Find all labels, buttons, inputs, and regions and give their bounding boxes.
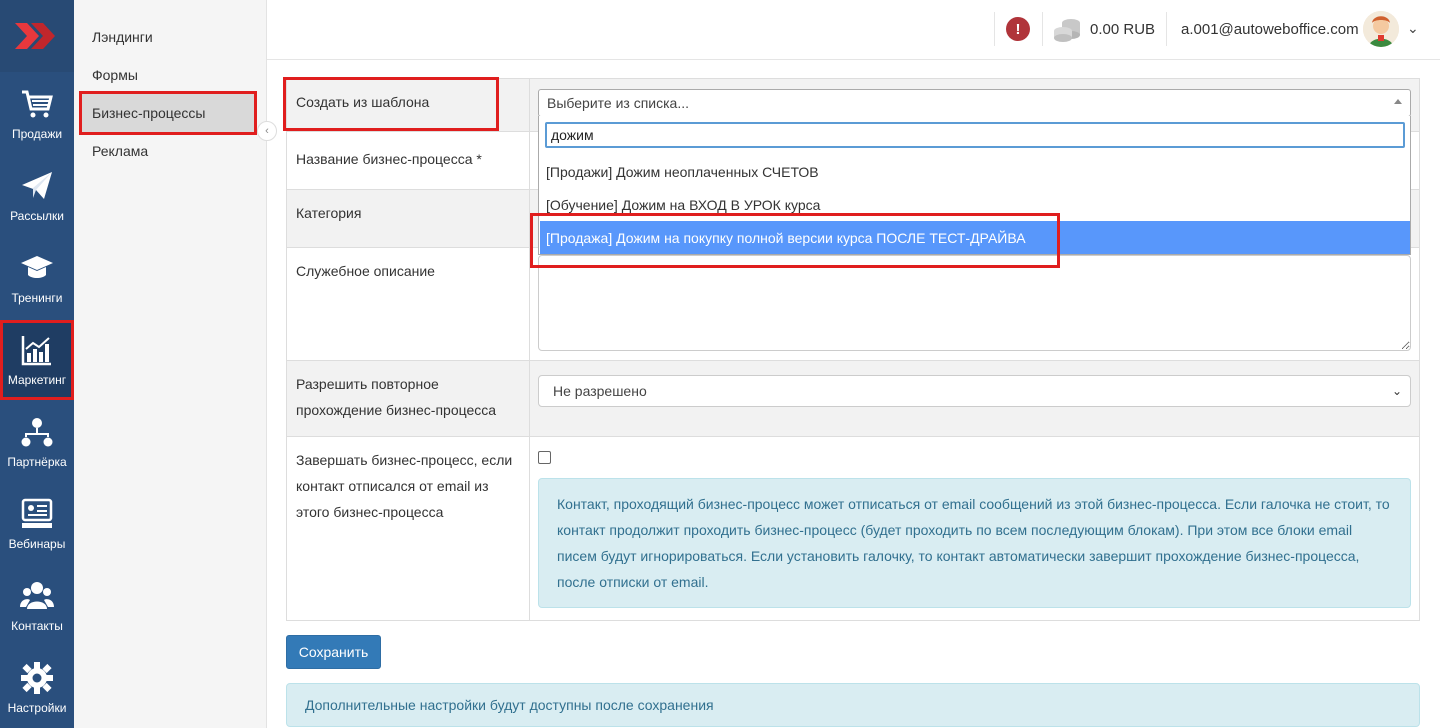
category-label: Категория — [287, 190, 530, 247]
rail-item-partners[interactable]: Партнёрка — [0, 402, 74, 482]
post-save-info: Дополнительные настройки будут доступны … — [286, 683, 1420, 727]
presentation-icon — [21, 498, 53, 528]
coins-icon — [1054, 19, 1080, 42]
chevron-left-icon: ‹ — [265, 125, 269, 137]
finish-value: Контакт, проходящий бизнес-процесс может… — [530, 437, 1419, 620]
name-label: Название бизнес-процесса * — [287, 132, 530, 189]
rail-item-label: Тренинги — [11, 291, 63, 305]
rail-item-label: Партнёрка — [7, 455, 67, 469]
rail-item-label: Вебинары — [8, 537, 66, 551]
graduation-cap-icon — [21, 256, 53, 278]
dropdown-option[interactable]: [Обучение] Дожим на ВХОД В УРОК курса — [540, 188, 1410, 221]
repeat-select[interactable]: Не разрешено ⌄ — [538, 375, 1411, 407]
rail-item-mailings[interactable]: Рассылки — [0, 156, 74, 236]
save-button[interactable]: Сохранить — [286, 635, 381, 669]
dropdown-option[interactable]: [Продажи] Дожим неоплаченных СЧЕТОВ — [540, 155, 1410, 188]
rail-item-settings[interactable]: Настройки — [0, 648, 74, 728]
alert-icon[interactable]: ! — [1006, 17, 1030, 41]
description-label: Служебное описание — [287, 248, 530, 360]
form-row-description: Служебное описание — [287, 248, 1419, 361]
gear-icon — [21, 662, 53, 694]
form-row-repeat: Разрешить повторное прохождение бизнес-п… — [287, 361, 1419, 437]
users-icon — [20, 582, 54, 609]
user-email[interactable]: a.001@autoweboffice.com — [1181, 21, 1359, 38]
template-select[interactable]: Выберите из списка... — [538, 89, 1411, 117]
repeat-value: Не разрешено ⌄ — [530, 361, 1419, 436]
rail-item-marketing[interactable]: Маркетинг — [0, 320, 74, 400]
divider — [1166, 12, 1167, 46]
dropdown-option-highlighted[interactable]: [Продажа] Дожим на покупку полной версии… — [540, 221, 1410, 254]
main-nav-rail: Продажи Рассылки Тренинги Маркетинг Парт… — [0, 0, 74, 728]
form-row-finish: Завершать бизнес-процесс, если контакт о… — [287, 437, 1419, 620]
avatar-image — [1363, 11, 1399, 47]
rail-item-webinars[interactable]: Вебинары — [0, 484, 74, 564]
rail-item-sales[interactable]: Продажи — [0, 74, 74, 154]
divider — [1042, 12, 1043, 46]
rail-item-label: Продажи — [11, 127, 63, 141]
rail-item-label: Настройки — [7, 701, 67, 715]
marketing-subnav: Лэндинги Формы Бизнес-процессы Реклама — [74, 0, 267, 728]
caret-up-icon — [1394, 99, 1402, 104]
description-textarea[interactable] — [538, 255, 1411, 351]
dropdown-search-input[interactable]: дожим — [545, 122, 1405, 148]
rail-item-label: Рассылки — [10, 209, 64, 223]
collapse-sidebar-button[interactable]: ‹ — [257, 121, 277, 141]
rail-item-label: Маркетинг — [7, 373, 67, 387]
top-bar: ! 0.00 RUB a.001@autoweboffice.com ⌄ — [267, 0, 1440, 60]
template-dropdown: дожим [Продажи] Дожим неоплаченных СЧЕТО… — [538, 116, 1411, 255]
account-balance: 0.00 RUB — [1090, 21, 1156, 38]
divider — [994, 12, 995, 46]
paper-plane-icon — [22, 172, 52, 199]
repeat-select-value: Не разрешено — [553, 383, 647, 399]
cart-icon — [22, 90, 53, 118]
logo[interactable] — [0, 0, 74, 72]
finish-info-box: Контакт, проходящий бизнес-процесс может… — [538, 478, 1411, 608]
chart-growth-icon — [21, 336, 51, 366]
rail-item-trainings[interactable]: Тренинги — [0, 238, 74, 318]
description-value — [530, 248, 1419, 360]
subnav-item-landings[interactable]: Лэндинги — [82, 18, 254, 56]
subnav-item-ads[interactable]: Реклама — [82, 132, 254, 170]
finish-checkbox[interactable] — [538, 451, 551, 464]
chevron-down-icon: ⌄ — [1391, 384, 1402, 398]
rail-item-label: Контакты — [11, 619, 63, 633]
template-select-placeholder: Выберите из списка... — [547, 95, 690, 111]
hierarchy-icon — [21, 418, 53, 447]
subnav-item-forms[interactable]: Формы — [82, 56, 254, 94]
rail-item-contacts[interactable]: Контакты — [0, 566, 74, 646]
avatar[interactable] — [1363, 11, 1399, 47]
logo-chevrons-icon — [15, 23, 55, 49]
chevron-down-icon[interactable]: ⌄ — [1407, 20, 1419, 37]
template-label: Создать из шаблона — [287, 79, 530, 131]
finish-label: Завершать бизнес-процесс, если контакт о… — [287, 437, 530, 620]
repeat-label: Разрешить повторное прохождение бизнес-п… — [287, 361, 530, 436]
subnav-item-business-processes[interactable]: Бизнес-процессы — [79, 91, 257, 135]
